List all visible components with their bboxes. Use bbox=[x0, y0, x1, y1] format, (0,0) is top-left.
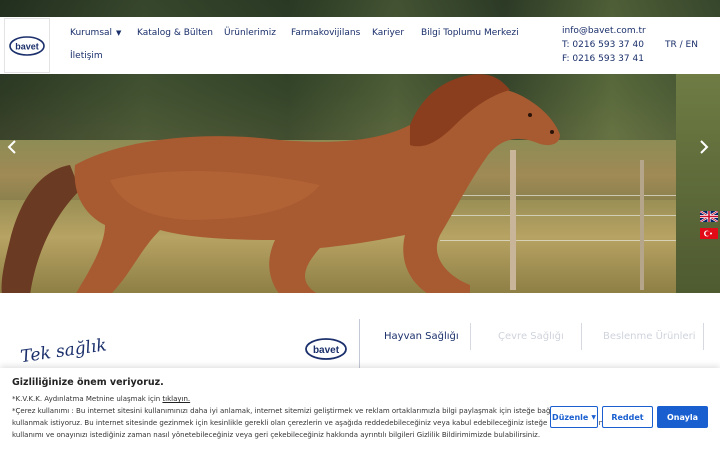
horse-image bbox=[1, 74, 560, 293]
svg-text:bavet: bavet bbox=[15, 41, 39, 51]
logo-link[interactable]: bavet bbox=[4, 18, 50, 73]
cookie-text-line: kullanmak istiyoruz. Bu internet sitesin… bbox=[12, 419, 604, 427]
caret-down-icon: ▼ bbox=[116, 29, 122, 37]
nav-item-kurumsal[interactable]: Kurumsal ▼ bbox=[70, 28, 121, 38]
cookie-settings-label: Düzenle bbox=[552, 412, 589, 422]
section-divider bbox=[359, 319, 360, 369]
carousel-prev-button[interactable] bbox=[4, 140, 20, 158]
contact-email[interactable]: info@bavet.com.tr bbox=[562, 24, 646, 38]
cookie-kvkk-text: *K.V.K.K. Aydınlatma Metnine ulaşmak içi… bbox=[12, 395, 163, 403]
contact-fax: F: 0216 593 37 41 bbox=[562, 54, 644, 64]
tab-separator bbox=[470, 323, 471, 350]
contact-info: info@bavet.com.tr T: 0216 593 37 40 F: 0… bbox=[562, 24, 646, 66]
uk-flag-icon[interactable] bbox=[700, 211, 718, 222]
nav-item-urunlerimiz[interactable]: Ürünlerimiz bbox=[224, 28, 276, 38]
turkey-flag-icon[interactable] bbox=[700, 228, 718, 239]
bavet-logo-secondary: bavet bbox=[305, 338, 347, 360]
cookie-kvkk-line: *K.V.K.K. Aydınlatma Metnine ulaşmak içi… bbox=[12, 395, 190, 403]
cookie-accept-button[interactable]: Onayla bbox=[657, 406, 708, 428]
tab-separator bbox=[581, 323, 582, 350]
nav-item-iletisim[interactable]: İletişim bbox=[70, 51, 103, 61]
caret-down-icon: ▼ bbox=[591, 413, 596, 421]
kvkk-link[interactable]: tıklayın. bbox=[162, 395, 190, 403]
svg-text:bavet: bavet bbox=[313, 345, 340, 356]
svg-text:Tek sağlık!: Tek sağlık! bbox=[19, 334, 108, 367]
tagline-handwritten: Tek sağlık! bbox=[19, 334, 108, 367]
bavet-logo: bavet bbox=[9, 35, 45, 56]
cookie-title: Gizliliğinize önem veriyoruz. bbox=[12, 377, 164, 388]
contact-phone[interactable]: T: 0216 593 37 40 bbox=[562, 38, 646, 52]
tab-cevre-sagligi[interactable]: Çevre Sağlığı bbox=[498, 331, 564, 342]
chevron-left-icon bbox=[7, 140, 16, 154]
language-switcher[interactable]: TR / EN bbox=[665, 40, 698, 50]
cookie-consent-banner: Gizliliğinize önem veriyoruz. *K.V.K.K. … bbox=[0, 368, 720, 450]
cookie-reject-button[interactable]: Reddet bbox=[602, 406, 653, 428]
fence-post bbox=[640, 160, 644, 290]
carousel-next-button[interactable] bbox=[696, 140, 712, 158]
nav-item-katalog[interactable]: Katalog & Bülten bbox=[137, 28, 213, 38]
nav-item-bilgi-toplumu[interactable]: Bilgi Toplumu Merkezi bbox=[421, 28, 519, 38]
tab-separator bbox=[703, 323, 704, 350]
tab-hayvan-sagligi[interactable]: Hayvan Sağlığı bbox=[384, 331, 459, 342]
nav-item-farmakovijilans[interactable]: Farmakovijilans bbox=[291, 28, 360, 38]
hero-next-slide-peek bbox=[676, 74, 720, 293]
nav-item-label: Kurumsal bbox=[70, 28, 113, 38]
cookie-text-line: kullanımı ve onayınızı istediğiniz zaman… bbox=[12, 431, 541, 439]
chevron-right-icon bbox=[700, 140, 709, 154]
tab-beslenme-urunleri[interactable]: Beslenme Ürünleri bbox=[603, 331, 696, 342]
cookie-text-line: *Çerez kullanımı : Bu internet sitesini … bbox=[12, 407, 585, 415]
cookie-settings-button[interactable]: Düzenle ▼ bbox=[550, 406, 598, 428]
nav-item-kariyer[interactable]: Kariyer bbox=[372, 28, 404, 38]
